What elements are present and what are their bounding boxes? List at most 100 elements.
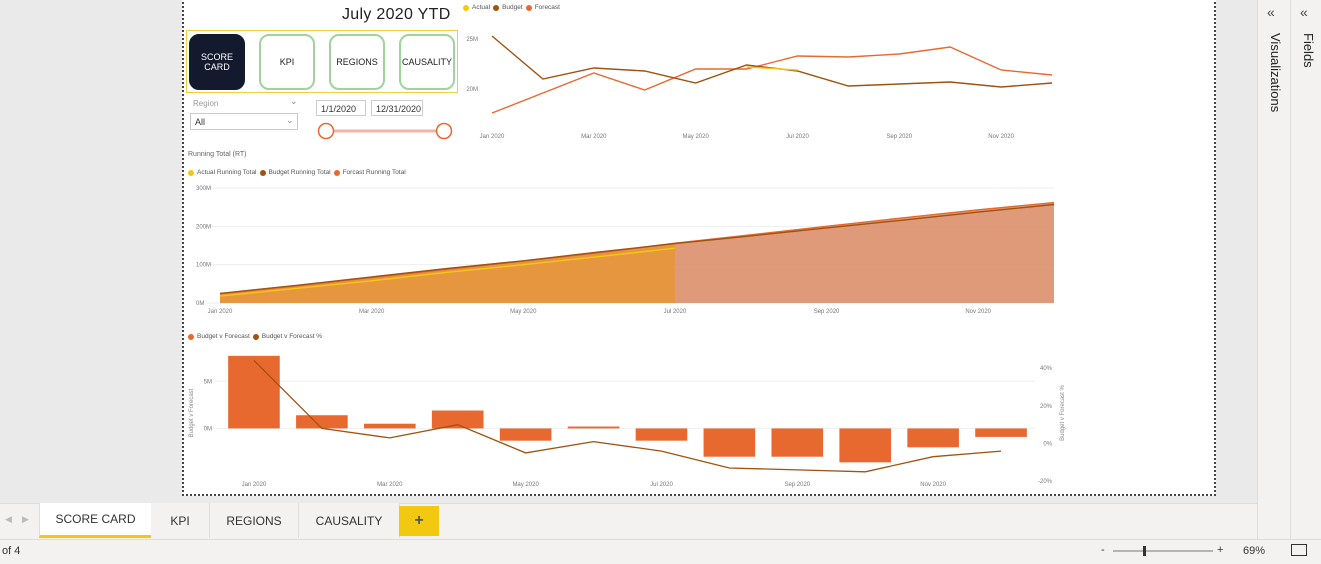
x-tick-sep-2020: Sep 2020 bbox=[814, 309, 840, 315]
x-tick-sep-2020: Sep 2020 bbox=[886, 134, 912, 140]
x-tick-jan-2020: Jan 2020 bbox=[208, 309, 233, 315]
status-bar: of 4 - + 69% bbox=[0, 539, 1321, 564]
tab-scroll-left-icon[interactable]: ◀ bbox=[5, 514, 12, 525]
visualizations-pane[interactable]: « Visualizations bbox=[1257, 0, 1290, 539]
budget-forecast-line-chart[interactable]: 25M 20M Jan 2020 Mar 2020 May 2020 Jul 2020 Se… bbox=[440, 24, 1060, 146]
y2-tick-0: 0% bbox=[1043, 442, 1052, 448]
x-tick-mar-2020: Mar 2020 bbox=[581, 134, 607, 140]
legend-budget-rt: Budget Running Total bbox=[268, 169, 331, 176]
x-tick-may-2020: May 2020 bbox=[682, 134, 709, 140]
legend-swatch-forecast bbox=[525, 4, 532, 11]
fit-to-page-icon[interactable] bbox=[1291, 544, 1307, 556]
x-tick-mar-2020: Mar 2020 bbox=[377, 482, 403, 488]
running-total-legend: Actual Running Total Budget Running Tota… bbox=[188, 169, 406, 176]
zoom-out-button[interactable]: - bbox=[1101, 544, 1105, 556]
y-tick-300m: 300M bbox=[196, 186, 211, 192]
region-dropdown[interactable]: All bbox=[190, 113, 298, 130]
slicer-collapse-icon[interactable]: ⌄ bbox=[290, 96, 298, 107]
page-count: of 4 bbox=[2, 545, 21, 557]
end-date-input[interactable]: 12/31/2020 bbox=[371, 100, 423, 116]
add-page-button[interactable]: + bbox=[399, 506, 439, 536]
bar-may-2020 bbox=[499, 428, 552, 441]
bar-oct-2020 bbox=[839, 428, 892, 463]
bar-jan-2020 bbox=[228, 355, 280, 429]
legend-swatch-budget-rt bbox=[259, 169, 266, 176]
legend-forecast: Forecast bbox=[534, 4, 560, 11]
x-tick-jan-2020: Jan 2020 bbox=[480, 134, 505, 140]
legend-actual-rt: Actual Running Total bbox=[197, 169, 257, 176]
collapse-visualizations-icon[interactable]: « bbox=[1267, 4, 1275, 20]
tab-scroll-right-icon[interactable]: ▶ bbox=[22, 514, 29, 525]
region-slicer-label: Region bbox=[193, 99, 219, 108]
legend-swatch-forecast-rt bbox=[333, 169, 340, 176]
running-total-title: Running Total (RT) bbox=[188, 151, 247, 158]
running-total-area-chart[interactable]: 300M 200M 100M 0M Jan 2020 Mar 2020 May 2020 Ju… bbox=[184, 180, 1064, 320]
legend-swatch-actual bbox=[463, 4, 469, 11]
report-title: July 2020 YTD bbox=[342, 6, 451, 23]
slider-start-handle[interactable] bbox=[317, 122, 335, 140]
y-tick-25m: 25M bbox=[466, 37, 478, 43]
y-tick-0m: 0M bbox=[204, 426, 212, 432]
y2-tick-20: 20% bbox=[1040, 404, 1053, 410]
bvf-legend: Budget v Forecast Budget v Forecast % bbox=[188, 333, 322, 340]
nav-button-score-card[interactable]: SCORE CARD bbox=[189, 34, 245, 90]
x-tick-jul-2020: Jul 2020 bbox=[650, 482, 673, 488]
tab-causality[interactable]: CAUSALITY bbox=[299, 503, 400, 538]
y-tick-100m: 100M bbox=[196, 263, 211, 269]
zoom-slider-handle[interactable] bbox=[1143, 546, 1146, 556]
x-tick-mar-2020: Mar 2020 bbox=[359, 309, 385, 315]
y2-tick-40: 40% bbox=[1040, 366, 1053, 372]
bar-nov-2020 bbox=[907, 428, 959, 448]
bar-sep-2020 bbox=[771, 428, 824, 457]
zoom-in-button[interactable]: + bbox=[1217, 544, 1223, 556]
bar-mar-2020 bbox=[363, 423, 416, 429]
nav-button-regions[interactable]: REGIONS bbox=[329, 34, 385, 90]
legend-actual: Actual bbox=[472, 4, 491, 11]
report-canvas: July 2020 YTD SCORE CARD KPI REGIONS CAU… bbox=[0, 0, 1257, 503]
collapse-fields-icon[interactable]: « bbox=[1300, 4, 1308, 20]
bar-dec-2020 bbox=[975, 428, 1027, 437]
fields-pane[interactable]: « Fields bbox=[1290, 0, 1321, 539]
start-date-input[interactable]: 1/1/2020 bbox=[316, 100, 366, 116]
y2-tick-20: -20% bbox=[1038, 479, 1053, 485]
tab-regions[interactable]: REGIONS bbox=[210, 503, 299, 538]
budget-v-forecast-bar-chart[interactable]: 5M 0M 40% 20% 0% -20% Jan 2020 Mar 2020 May 2020… bbox=[184, 345, 1074, 493]
x-tick-may-2020: May 2020 bbox=[512, 482, 539, 488]
legend-swatch-actual-rt bbox=[188, 169, 194, 176]
x-tick-nov-2020: Nov 2020 bbox=[920, 482, 946, 488]
visualizations-pane-title: Visualizations bbox=[1268, 33, 1283, 113]
x-tick-nov-2020: Nov 2020 bbox=[965, 309, 991, 315]
x-tick-sep-2020: Sep 2020 bbox=[784, 482, 810, 488]
x-tick-nov-2020: Nov 2020 bbox=[988, 134, 1014, 140]
bar-aug-2020 bbox=[703, 428, 756, 457]
zoom-slider[interactable] bbox=[1111, 544, 1215, 558]
x-tick-jul-2020: Jul 2020 bbox=[664, 309, 687, 315]
y2-axis-label: Budget v Forecast % bbox=[1060, 384, 1066, 440]
legend-budget: Budget bbox=[502, 4, 523, 11]
line-chart-legend: Actual Budget Forecast bbox=[463, 4, 560, 11]
legend-bvf: Budget v Forecast bbox=[197, 333, 250, 340]
x-tick-may-2020: May 2020 bbox=[510, 309, 537, 315]
legend-swatch-bvf bbox=[188, 333, 194, 340]
y-tick-5m: 5M bbox=[204, 379, 212, 385]
zoom-level: 69% bbox=[1243, 545, 1266, 557]
chevron-down-icon[interactable]: ⌄ bbox=[286, 115, 294, 126]
bar-feb-2020 bbox=[296, 415, 348, 429]
legend-swatch-budget bbox=[493, 4, 500, 11]
legend-bvf-pct: Budget v Forecast % bbox=[261, 333, 323, 340]
date-range-slider[interactable] bbox=[314, 121, 456, 141]
y-tick-20m: 20M bbox=[466, 87, 478, 93]
series-line-forecast bbox=[491, 46, 1053, 114]
legend-forecast-rt: Forcast Running Total bbox=[342, 169, 406, 176]
fields-pane-title: Fields bbox=[1301, 33, 1316, 68]
x-tick-jul-2020: Jul 2020 bbox=[786, 134, 809, 140]
y-tick-0m: 0M bbox=[196, 301, 204, 307]
y-axis-label: Budget v Forecast bbox=[189, 388, 195, 437]
x-tick-jan-2020: Jan 2020 bbox=[242, 482, 267, 488]
y-tick-200m: 200M bbox=[196, 224, 211, 230]
tab-kpi[interactable]: KPI bbox=[151, 503, 210, 538]
tab-score-card[interactable]: SCORE CARD bbox=[39, 503, 152, 538]
legend-swatch-bvf-pct bbox=[252, 333, 259, 340]
bar-jun-2020 bbox=[567, 426, 620, 429]
nav-button-kpi[interactable]: KPI bbox=[259, 34, 315, 90]
